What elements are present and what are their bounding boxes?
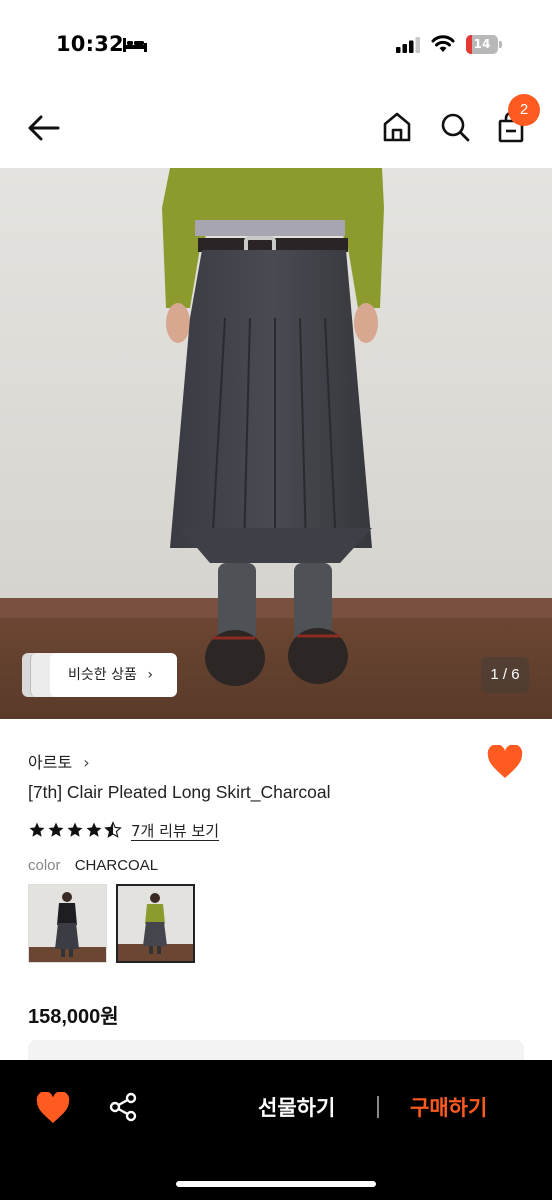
rating-stars [28,821,123,839]
product-price: 158,000원 [28,1006,119,1028]
divider [377,1096,379,1118]
product-title: [7th] Clair Pleated Long Skirt_Charcoal [28,782,331,802]
bottom-action-bar: 선물하기 구매하기 [0,1060,552,1200]
back-arrow-icon[interactable] [24,108,64,148]
battery-level: 14 [473,37,491,51]
battery-indicator: 14 [466,35,502,54]
color-row: color CHARCOAL [28,857,158,874]
star-icon [86,822,102,837]
color-label: color [28,857,61,874]
chevron-right-icon: › [83,753,90,772]
bed-icon [123,38,147,52]
color-value: CHARCOAL [74,857,159,874]
similar-products-button[interactable]: 비슷한 상품 › [22,653,177,697]
half-star-icon [104,821,122,838]
status-time: 10:32 [56,32,124,56]
color-swatch-black[interactable] [28,884,107,963]
rating-row: 7개 리뷰 보기 [28,819,219,841]
star-icon [67,822,83,837]
app-header: 2 [0,84,552,168]
heart-icon[interactable] [487,745,523,779]
status-bar: 10:32 14 [0,0,552,84]
search-icon[interactable] [438,110,472,144]
buy-button[interactable]: 구매하기 [410,1092,487,1122]
star-icon [48,822,64,837]
home-indicator [176,1181,376,1187]
brand-name: 아르토 [28,753,73,772]
signal-icon [396,37,420,53]
chevron-right-icon: › [147,667,153,683]
color-swatch-charcoal[interactable] [116,884,195,963]
star-icon [29,822,45,837]
image-counter: 1 / 6 [481,657,529,693]
home-icon[interactable] [380,110,414,144]
wifi-icon [431,35,455,52]
review-link[interactable]: 7개 리뷰 보기 [131,820,219,841]
cart-count-badge: 2 [508,94,540,126]
brand-link[interactable]: 아르토 › [28,749,90,773]
gift-button[interactable]: 선물하기 [258,1092,335,1122]
product-image[interactable] [0,168,552,719]
heart-icon[interactable] [36,1092,70,1124]
similar-products-label: 비슷한 상품 [68,667,137,683]
share-icon[interactable] [108,1092,138,1122]
